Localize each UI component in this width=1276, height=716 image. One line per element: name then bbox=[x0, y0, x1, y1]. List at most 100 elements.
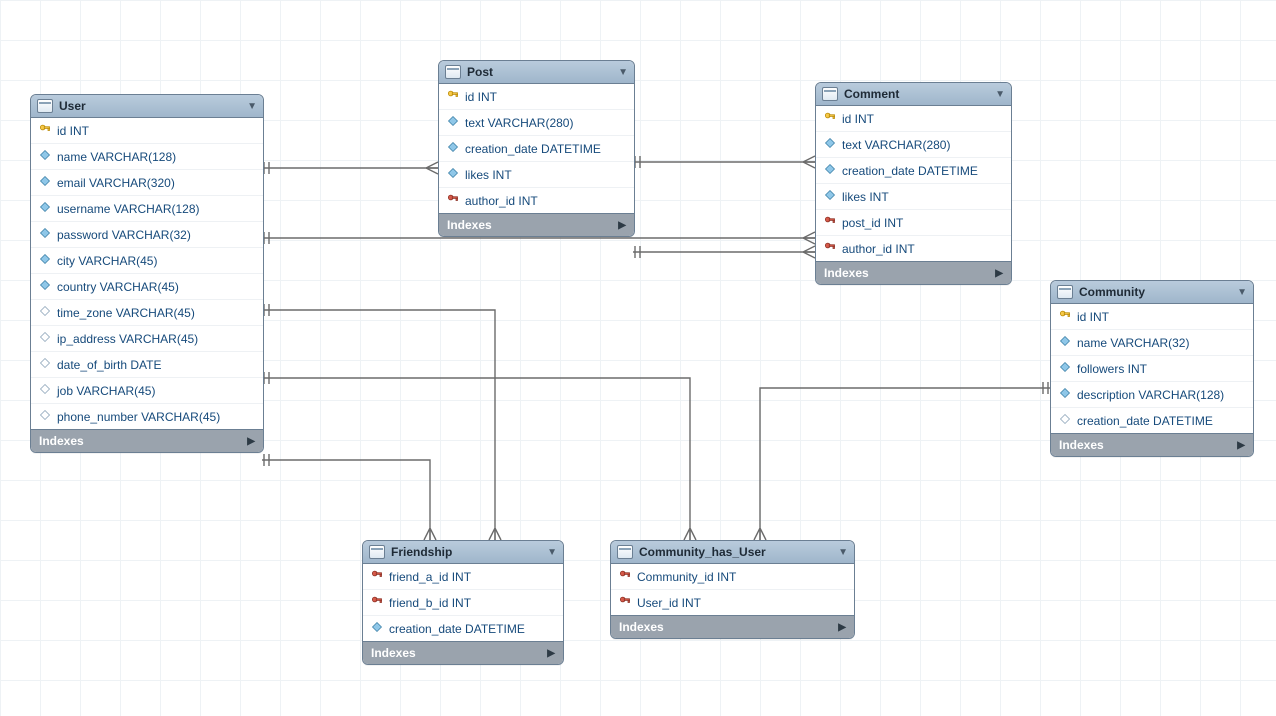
fk-icon bbox=[619, 569, 631, 584]
expand-icon: ▶ bbox=[838, 622, 846, 633]
col-icon bbox=[447, 167, 459, 182]
entity-friendship[interactable]: Friendship▼ friend_a_id INT friend_b_id IN… bbox=[362, 540, 564, 665]
column-row[interactable]: password VARCHAR(32) bbox=[31, 222, 263, 248]
column-label: phone_number VARCHAR(45) bbox=[57, 410, 220, 424]
opt-icon bbox=[1059, 413, 1071, 428]
opt-icon bbox=[39, 409, 51, 424]
column-label: creation_date DATETIME bbox=[1077, 414, 1213, 428]
column-label: text VARCHAR(280) bbox=[465, 116, 573, 130]
column-row[interactable]: friend_b_id INT bbox=[363, 590, 563, 616]
column-row[interactable]: text VARCHAR(280) bbox=[816, 132, 1011, 158]
table-icon bbox=[445, 65, 461, 79]
column-row[interactable]: creation_date DATETIME bbox=[1051, 408, 1253, 433]
collapse-icon[interactable]: ▼ bbox=[618, 67, 628, 78]
column-row[interactable]: name VARCHAR(32) bbox=[1051, 330, 1253, 356]
entity-title: Community_has_User bbox=[639, 545, 766, 559]
column-list: friend_a_id INT friend_b_id INTcreation_d… bbox=[363, 564, 563, 641]
entity-user[interactable]: User ▼ id INT name VARCHAR(128) email VARCHA… bbox=[30, 94, 264, 453]
expand-icon: ▶ bbox=[547, 648, 555, 659]
column-label: creation_date DATETIME bbox=[842, 164, 978, 178]
entity-title-bar[interactable]: Post▼ bbox=[439, 61, 634, 84]
collapse-icon[interactable]: ▼ bbox=[247, 101, 257, 112]
column-row[interactable]: city VARCHAR(45) bbox=[31, 248, 263, 274]
collapse-icon[interactable]: ▼ bbox=[838, 547, 848, 558]
column-list: id INT name VARCHAR(32) followers INTdescr… bbox=[1051, 304, 1253, 433]
fk-icon bbox=[447, 193, 459, 208]
col-icon bbox=[824, 189, 836, 204]
column-row[interactable]: friend_a_id INT bbox=[363, 564, 563, 590]
column-row[interactable]: User_id INT bbox=[611, 590, 854, 615]
entity-title: User bbox=[59, 99, 86, 113]
collapse-icon[interactable]: ▼ bbox=[1237, 287, 1247, 298]
column-row[interactable]: text VARCHAR(280) bbox=[439, 110, 634, 136]
column-row[interactable]: creation_date DATETIME bbox=[816, 158, 1011, 184]
column-row[interactable]: description VARCHAR(128) bbox=[1051, 382, 1253, 408]
entity-post[interactable]: Post▼id INT text VARCHAR(280) creation_dat… bbox=[438, 60, 635, 237]
column-row[interactable]: creation_date DATETIME bbox=[363, 616, 563, 641]
table-icon bbox=[617, 545, 633, 559]
column-label: author_id INT bbox=[842, 242, 915, 256]
entity-title-bar[interactable]: Friendship▼ bbox=[363, 541, 563, 564]
column-row[interactable]: id INT bbox=[816, 106, 1011, 132]
column-row[interactable]: date_of_birth DATE bbox=[31, 352, 263, 378]
column-label: ip_address VARCHAR(45) bbox=[57, 332, 198, 346]
col-icon bbox=[39, 201, 51, 216]
opt-icon bbox=[39, 305, 51, 320]
column-label: Community_id INT bbox=[637, 570, 736, 584]
entity-title-bar[interactable]: Comment ▼ bbox=[816, 83, 1011, 106]
entity-community[interactable]: Community▼id INT name VARCHAR(32) follower… bbox=[1050, 280, 1254, 457]
column-row[interactable]: followers INT bbox=[1051, 356, 1253, 382]
entity-title: Comment bbox=[844, 87, 899, 101]
column-row[interactable]: time_zone VARCHAR(45) bbox=[31, 300, 263, 326]
table-icon bbox=[1057, 285, 1073, 299]
fk-icon bbox=[824, 215, 836, 230]
indexes-section[interactable]: Indexes▶ bbox=[816, 261, 1011, 284]
column-label: email VARCHAR(320) bbox=[57, 176, 175, 190]
column-row[interactable]: author_id INT bbox=[439, 188, 634, 213]
column-row[interactable]: creation_date DATETIME bbox=[439, 136, 634, 162]
col-icon bbox=[39, 279, 51, 294]
column-row[interactable]: likes INT bbox=[439, 162, 634, 188]
column-label: date_of_birth DATE bbox=[57, 358, 162, 372]
column-row[interactable]: post_id INT bbox=[816, 210, 1011, 236]
col-icon bbox=[447, 141, 459, 156]
column-row[interactable]: id INT bbox=[31, 118, 263, 144]
col-icon bbox=[39, 253, 51, 268]
indexes-section[interactable]: Indexes▶ bbox=[1051, 433, 1253, 456]
entity-chu[interactable]: Community_has_User ▼ Community_id INT User_… bbox=[610, 540, 855, 639]
collapse-icon[interactable]: ▼ bbox=[995, 89, 1005, 100]
column-label: text VARCHAR(280) bbox=[842, 138, 950, 152]
column-list: Community_id INT User_id INT bbox=[611, 564, 854, 615]
indexes-section[interactable]: Indexes▶ bbox=[31, 429, 263, 452]
entity-title-bar[interactable]: Community▼ bbox=[1051, 281, 1253, 304]
column-row[interactable]: author_id INT bbox=[816, 236, 1011, 261]
entity-title-bar[interactable]: User ▼ bbox=[31, 95, 263, 118]
column-list: id INT name VARCHAR(128) email VARCHAR(320… bbox=[31, 118, 263, 429]
entity-comment[interactable]: Comment ▼ id INT text VARCHAR(280) creation_… bbox=[815, 82, 1012, 285]
opt-icon bbox=[39, 331, 51, 346]
column-row[interactable]: ip_address VARCHAR(45) bbox=[31, 326, 263, 352]
column-label: id INT bbox=[57, 124, 89, 138]
column-row[interactable]: name VARCHAR(128) bbox=[31, 144, 263, 170]
column-label: name VARCHAR(32) bbox=[1077, 336, 1189, 350]
entity-title-bar[interactable]: Community_has_User ▼ bbox=[611, 541, 854, 564]
column-row[interactable]: Community_id INT bbox=[611, 564, 854, 590]
column-row[interactable]: likes INT bbox=[816, 184, 1011, 210]
indexes-section[interactable]: Indexes▶ bbox=[363, 641, 563, 664]
column-row[interactable]: id INT bbox=[439, 84, 634, 110]
column-row[interactable]: username VARCHAR(128) bbox=[31, 196, 263, 222]
collapse-icon[interactable]: ▼ bbox=[547, 547, 557, 558]
expand-icon: ▶ bbox=[618, 220, 626, 231]
column-row[interactable]: country VARCHAR(45) bbox=[31, 274, 263, 300]
indexes-section[interactable]: Indexes▶ bbox=[611, 615, 854, 638]
column-list: id INT text VARCHAR(280) creation_date DAT… bbox=[439, 84, 634, 213]
column-label: creation_date DATETIME bbox=[465, 142, 601, 156]
column-row[interactable]: email VARCHAR(320) bbox=[31, 170, 263, 196]
column-row[interactable]: job VARCHAR(45) bbox=[31, 378, 263, 404]
indexes-section[interactable]: Indexes▶ bbox=[439, 213, 634, 236]
column-row[interactable]: id INT bbox=[1051, 304, 1253, 330]
column-row[interactable]: phone_number VARCHAR(45) bbox=[31, 404, 263, 429]
column-label: friend_a_id INT bbox=[389, 570, 471, 584]
column-label: job VARCHAR(45) bbox=[57, 384, 155, 398]
column-label: city VARCHAR(45) bbox=[57, 254, 157, 268]
